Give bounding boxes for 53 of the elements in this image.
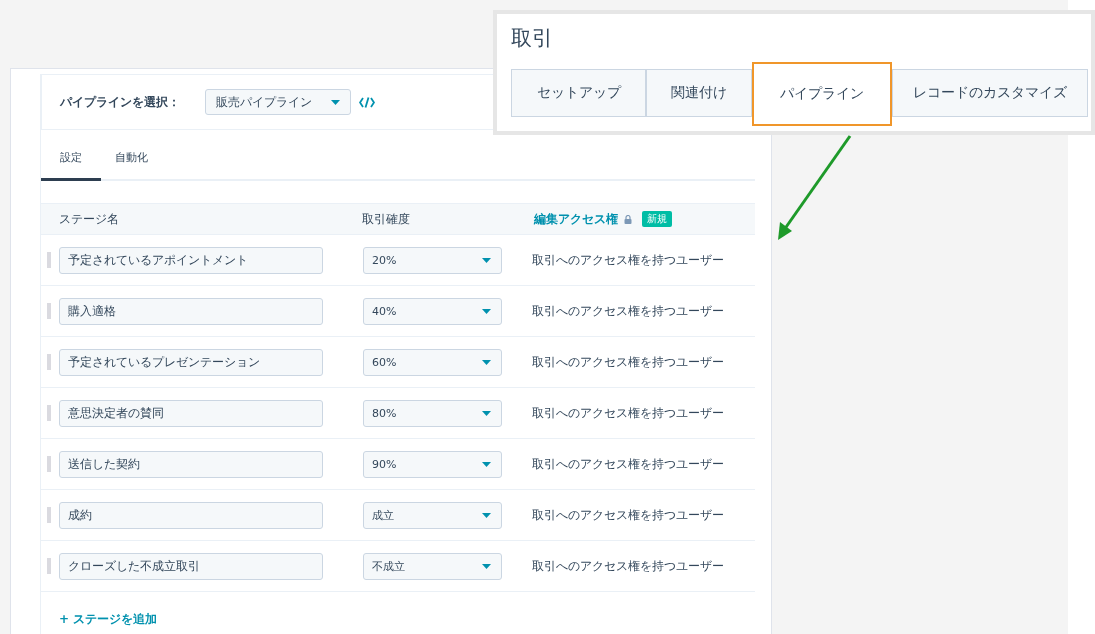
probability-dropdown[interactable]: 40% [363, 297, 502, 325]
column-header: 編集アクセス権 [534, 211, 618, 227]
access-text: 取引へのアクセス権を持つユーザー [532, 302, 724, 320]
column-header: ステージ名 [58, 211, 120, 227]
code-icon[interactable] [359, 96, 375, 108]
probability-dropdown[interactable]: 成立 [363, 501, 502, 529]
access-text: 取引へのアクセス権を持つユーザー [532, 557, 724, 575]
access-text: 取引へのアクセス権を持つユーザー [532, 455, 724, 473]
drag-handle-icon[interactable] [47, 405, 51, 421]
caret-icon [482, 410, 491, 416]
arrow-icon [776, 134, 852, 242]
caret-icon [482, 563, 491, 569]
stage-name-field[interactable]: 購入適格 [59, 297, 323, 325]
settings-tab[interactable]: パイプライン [752, 62, 892, 126]
lock-icon [624, 214, 632, 224]
caret-icon [482, 257, 491, 263]
stage-name-field[interactable]: 予定されているプレゼンテーション [59, 348, 323, 376]
stage-name-field[interactable]: クローズした不成立取引 [59, 552, 323, 580]
stage-name-field[interactable]: 予定されているアポイントメント [59, 246, 323, 274]
drag-handle-icon[interactable] [47, 558, 51, 574]
probability-dropdown[interactable]: 不成立 [363, 552, 502, 580]
drag-handle-icon[interactable] [47, 507, 51, 523]
caret-icon [482, 308, 491, 314]
drag-handle-icon[interactable] [47, 354, 51, 370]
object-title: 取引 [511, 25, 554, 52]
caret-icon [482, 359, 491, 365]
access-text: 取引へのアクセス権を持つユーザー [532, 404, 724, 422]
stage-name-field[interactable]: 送信した契約 [59, 450, 323, 478]
settings-tab[interactable]: 自動化 [101, 150, 161, 181]
access-text: 取引へのアクセス権を持つユーザー [532, 353, 724, 371]
column-header: 取引確度 [362, 211, 411, 227]
caret-icon [482, 512, 491, 518]
caret-icon [482, 461, 491, 467]
drag-handle-icon[interactable] [47, 252, 51, 268]
add-stage-link[interactable]: + ステージを追加 [59, 612, 158, 626]
settings-tab[interactable]: セットアップ [511, 69, 646, 117]
settings-tab[interactable]: 関連付け [646, 69, 752, 117]
pipeline-select-label: パイプラインを選択： [60, 93, 181, 111]
probability-dropdown[interactable]: 90% [363, 450, 502, 478]
access-text: 取引へのアクセス権を持つユーザー [532, 251, 724, 269]
settings-tab[interactable]: 設定 [41, 150, 101, 181]
probability-dropdown[interactable]: 20% [363, 246, 502, 274]
new-badge: 新規 [642, 211, 672, 227]
probability-dropdown[interactable]: 80% [363, 399, 502, 427]
settings-tab[interactable]: レコードのカスタマイズ [892, 69, 1088, 117]
stage-name-field[interactable]: 意思決定者の賛同 [59, 399, 323, 427]
caret-icon [331, 99, 340, 105]
drag-handle-icon[interactable] [47, 303, 51, 319]
drag-handle-icon[interactable] [47, 456, 51, 472]
stage-name-field[interactable]: 成約 [59, 501, 323, 529]
pipeline-dropdown[interactable]: 販売パイプライン [205, 89, 351, 115]
probability-dropdown[interactable]: 60% [363, 348, 502, 376]
access-text: 取引へのアクセス権を持つユーザー [532, 506, 724, 524]
